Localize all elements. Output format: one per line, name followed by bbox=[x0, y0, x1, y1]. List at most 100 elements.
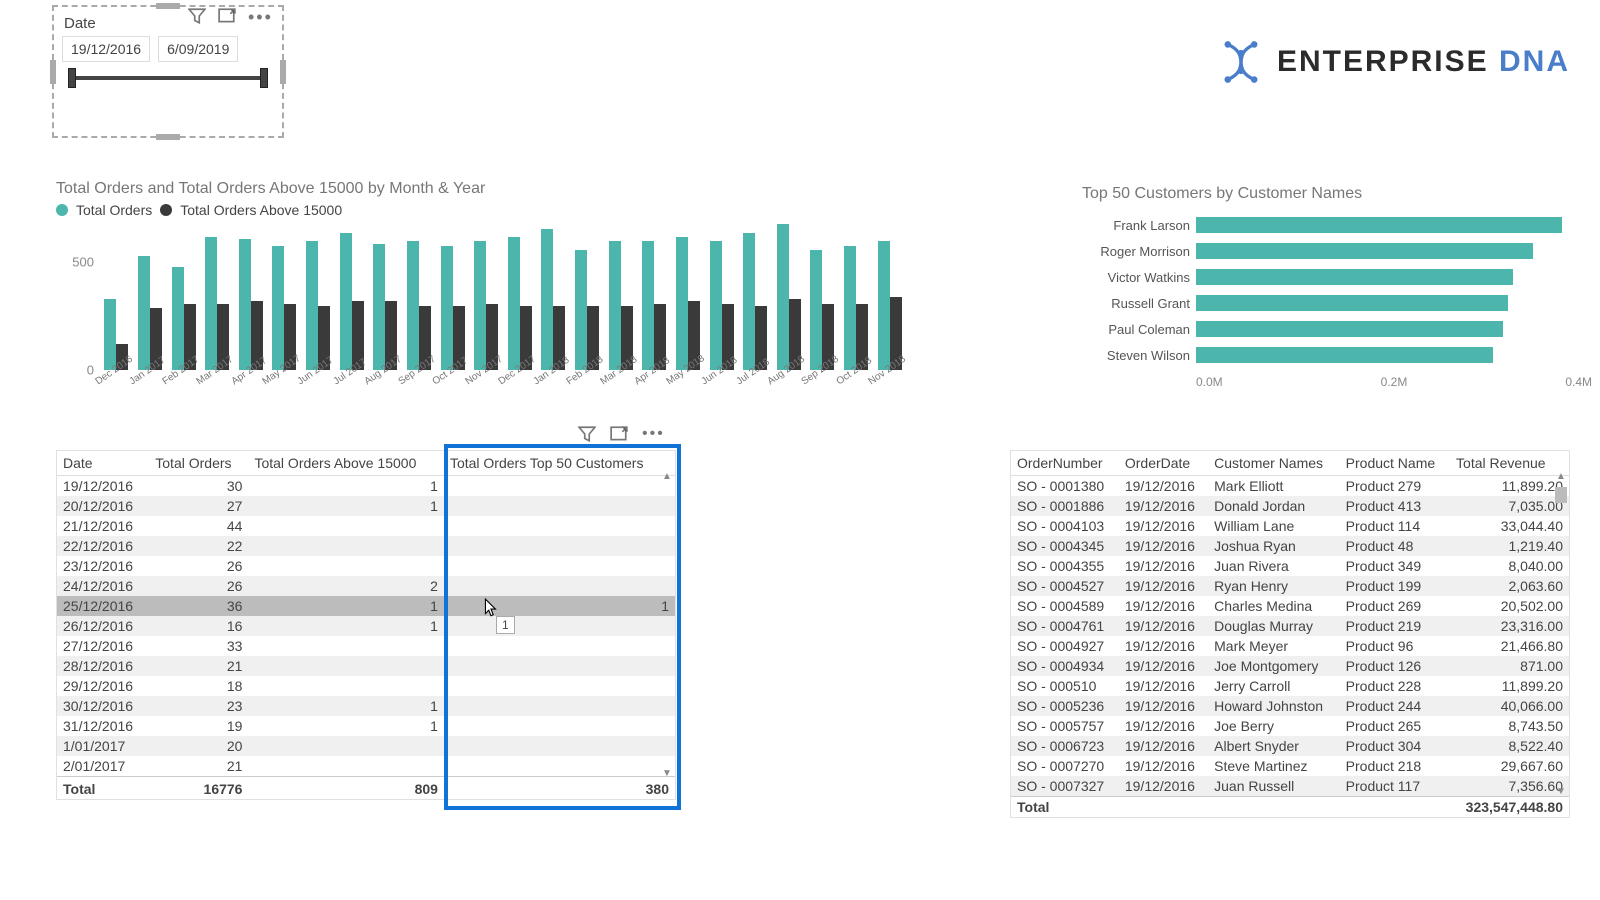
resize-handle[interactable] bbox=[280, 60, 286, 84]
bar-group[interactable]: Feb 2017 bbox=[167, 220, 200, 370]
hbar-row[interactable]: Frank Larson bbox=[1082, 213, 1592, 237]
table-row[interactable]: SO - 000672319/12/2016Albert SnyderProdu… bbox=[1011, 736, 1569, 756]
bar-total[interactable] bbox=[205, 237, 217, 370]
bar-group[interactable]: Nov 2018 bbox=[873, 220, 906, 370]
table-row[interactable]: 24/12/2016262 bbox=[57, 576, 675, 596]
hbar[interactable] bbox=[1196, 295, 1508, 311]
table-row[interactable]: 27/12/201633 bbox=[57, 636, 675, 656]
table-row[interactable]: SO - 000434519/12/2016Joshua RyanProduct… bbox=[1011, 536, 1569, 556]
resize-handle[interactable] bbox=[50, 60, 56, 84]
table-row[interactable]: SO - 000575719/12/2016Joe BerryProduct 2… bbox=[1011, 716, 1569, 736]
hbar[interactable] bbox=[1196, 347, 1493, 363]
bar-group[interactable]: Apr 2017 bbox=[235, 220, 268, 370]
table-row[interactable]: 25/12/20163611 bbox=[57, 596, 675, 616]
table-row[interactable]: 29/12/201618 bbox=[57, 676, 675, 696]
date-slicer[interactable]: Date 19/12/2016 6/09/2019 bbox=[52, 5, 284, 138]
bar-total[interactable] bbox=[642, 241, 654, 370]
bar-total[interactable] bbox=[710, 241, 722, 370]
bar-total[interactable] bbox=[810, 250, 822, 370]
bar-total[interactable] bbox=[777, 224, 789, 370]
table-row[interactable]: SO - 000476119/12/2016Douglas MurrayProd… bbox=[1011, 616, 1569, 636]
bar-total[interactable] bbox=[340, 233, 352, 370]
table-row[interactable]: 21/12/201644 bbox=[57, 516, 675, 536]
resize-handle[interactable] bbox=[156, 3, 180, 9]
col-header[interactable]: Product Name bbox=[1340, 451, 1450, 476]
table-row[interactable]: 26/12/2016161 bbox=[57, 616, 675, 636]
table-row[interactable]: SO - 000410319/12/2016William LaneProduc… bbox=[1011, 516, 1569, 536]
table-row[interactable]: 31/12/2016191 bbox=[57, 716, 675, 736]
orders-bar-chart[interactable]: Total Orders and Total Orders Above 1500… bbox=[56, 180, 906, 395]
table-row[interactable]: 22/12/201622 bbox=[57, 536, 675, 556]
table-row[interactable]: 1/01/201720 bbox=[57, 736, 675, 756]
col-header[interactable]: Total Revenue bbox=[1450, 451, 1569, 476]
hbar-row[interactable]: Roger Morrison bbox=[1082, 239, 1592, 263]
table-row[interactable]: SO - 000435519/12/2016Juan RiveraProduct… bbox=[1011, 556, 1569, 576]
bar-group[interactable]: Jun 2017 bbox=[302, 220, 335, 370]
orders-table[interactable]: DateTotal OrdersTotal Orders Above 15000… bbox=[56, 450, 676, 800]
bar-group[interactable]: Mar 2017 bbox=[201, 220, 234, 370]
bar-total[interactable] bbox=[844, 246, 856, 370]
bar-group[interactable]: Oct 2017 bbox=[436, 220, 469, 370]
bar-total[interactable] bbox=[743, 233, 755, 370]
bar-group[interactable]: Sep 2018 bbox=[806, 220, 839, 370]
hbar[interactable] bbox=[1196, 217, 1562, 233]
table-row[interactable]: SO - 000458919/12/2016Charles MedinaProd… bbox=[1011, 596, 1569, 616]
bar-group[interactable]: Mar 2018 bbox=[604, 220, 637, 370]
bar-group[interactable]: Aug 2018 bbox=[773, 220, 806, 370]
bar-total[interactable] bbox=[541, 229, 553, 370]
bar-total[interactable] bbox=[676, 237, 688, 370]
bar-total[interactable] bbox=[407, 241, 419, 370]
bar-total[interactable] bbox=[306, 241, 318, 370]
focus-icon[interactable] bbox=[610, 425, 628, 443]
hbar-row[interactable]: Russell Grant bbox=[1082, 291, 1592, 315]
col-header[interactable]: OrderDate bbox=[1119, 451, 1208, 476]
scrollbar-thumb[interactable] bbox=[1555, 487, 1567, 503]
table-row[interactable]: SO - 00051019/12/2016Jerry CarrollProduc… bbox=[1011, 676, 1569, 696]
table-row[interactable]: SO - 000727019/12/2016Steve MartinezProd… bbox=[1011, 756, 1569, 776]
transactions-table[interactable]: OrderNumberOrderDateCustomer NamesProduc… bbox=[1010, 450, 1570, 818]
bar-group[interactable]: Jul 2018 bbox=[739, 220, 772, 370]
table-row[interactable]: 20/12/2016271 bbox=[57, 496, 675, 516]
table-row[interactable]: 30/12/2016231 bbox=[57, 696, 675, 716]
col-header[interactable]: Total Orders bbox=[149, 451, 248, 476]
col-header[interactable]: Total Orders Above 15000 bbox=[248, 451, 443, 476]
scrollbar[interactable] bbox=[1555, 473, 1567, 795]
bar-group[interactable]: Dec 2016 bbox=[100, 220, 133, 370]
col-header[interactable]: Date bbox=[57, 451, 149, 476]
table-row[interactable]: 23/12/201626 bbox=[57, 556, 675, 576]
scrollbar[interactable] bbox=[661, 473, 673, 777]
table-row[interactable]: SO - 000452719/12/2016Ryan HenryProduct … bbox=[1011, 576, 1569, 596]
date-slider[interactable] bbox=[70, 76, 266, 80]
table-row[interactable]: SO - 000188619/12/2016Donald JordanProdu… bbox=[1011, 496, 1569, 516]
bar-group[interactable]: Sep 2017 bbox=[403, 220, 436, 370]
hbar-row[interactable]: Paul Coleman bbox=[1082, 317, 1592, 341]
hbar[interactable] bbox=[1196, 269, 1513, 285]
table-row[interactable]: SO - 000138019/12/2016Mark ElliottProduc… bbox=[1011, 476, 1569, 497]
table-row[interactable]: 19/12/2016301 bbox=[57, 476, 675, 497]
bar-total[interactable] bbox=[239, 239, 251, 370]
bar-group[interactable]: Jan 2018 bbox=[537, 220, 570, 370]
bar-total[interactable] bbox=[575, 250, 587, 370]
table-row[interactable]: SO - 000493419/12/2016Joe MontgomeryProd… bbox=[1011, 656, 1569, 676]
table-row[interactable]: 2/01/201721 bbox=[57, 756, 675, 777]
bar-total[interactable] bbox=[441, 246, 453, 370]
table-row[interactable]: 28/12/201621 bbox=[57, 656, 675, 676]
table-row[interactable]: SO - 000732719/12/2016Juan RussellProduc… bbox=[1011, 776, 1569, 797]
hbar[interactable] bbox=[1196, 243, 1533, 259]
bar-group[interactable]: Aug 2017 bbox=[369, 220, 402, 370]
hbar-row[interactable]: Steven Wilson bbox=[1082, 343, 1592, 367]
slider-thumb-end[interactable] bbox=[260, 68, 268, 88]
col-header[interactable]: OrderNumber bbox=[1011, 451, 1119, 476]
bar-total[interactable] bbox=[878, 241, 890, 370]
col-header[interactable]: Total Orders Top 50 Customers bbox=[444, 451, 675, 476]
bar-total[interactable] bbox=[104, 299, 116, 370]
date-from[interactable]: 19/12/2016 bbox=[62, 36, 150, 62]
top-customers-bar-chart[interactable]: Top 50 Customers by Customer Names Frank… bbox=[1082, 185, 1592, 400]
bar-group[interactable]: Nov 2017 bbox=[470, 220, 503, 370]
bar-total[interactable] bbox=[508, 237, 520, 370]
bar-group[interactable]: Jan 2017 bbox=[134, 220, 167, 370]
bar-total[interactable] bbox=[474, 241, 486, 370]
more-icon[interactable]: ••• bbox=[642, 425, 665, 443]
slider-thumb-start[interactable] bbox=[68, 68, 76, 88]
filter-icon[interactable] bbox=[578, 425, 596, 443]
